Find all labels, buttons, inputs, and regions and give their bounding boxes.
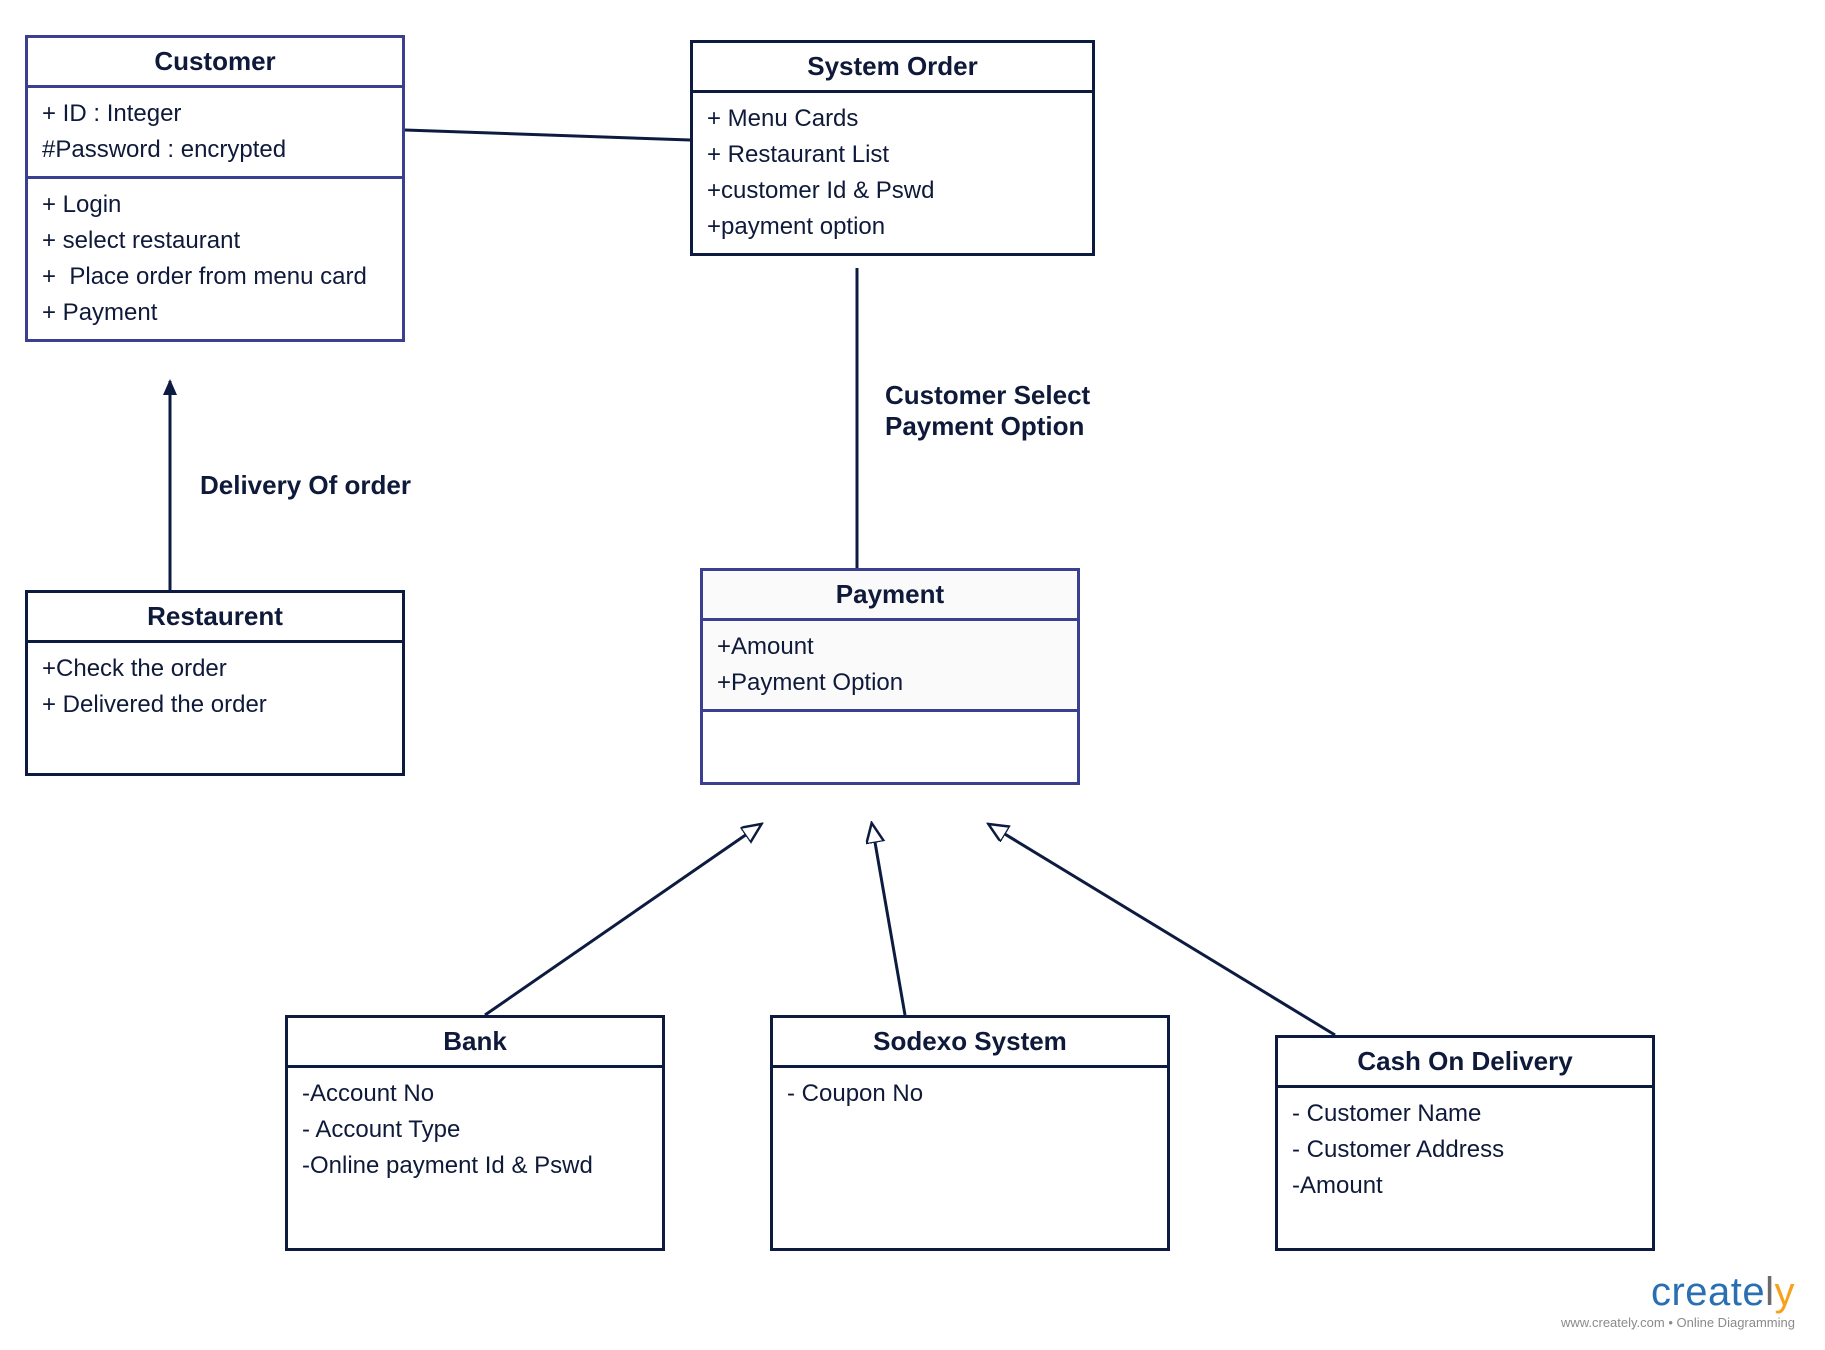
class-sodexo: Sodexo System - Coupon No <box>770 1015 1170 1251</box>
class-title: Cash On Delivery <box>1278 1038 1652 1088</box>
class-attributes: - Coupon No <box>773 1068 1167 1248</box>
attribute: -Account No <box>302 1076 648 1112</box>
edge-label-delivery: Delivery Of order <box>200 470 411 501</box>
attribute: +customer Id & Pswd <box>707 173 1078 209</box>
logo-part: l <box>1765 1270 1774 1314</box>
class-payment: Payment +Amount +Payment Option <box>700 568 1080 785</box>
class-attributes: +Amount +Payment Option <box>703 621 1077 712</box>
attribute: +Payment Option <box>717 665 1063 701</box>
attribute: +Check the order <box>42 651 388 687</box>
attribute: - Customer Name <box>1292 1096 1638 1132</box>
class-methods: + Login + select restaurant + Place orde… <box>28 179 402 339</box>
attribute: - Coupon No <box>787 1076 1153 1112</box>
attribute: + Restaurant List <box>707 137 1078 173</box>
attribute: - Customer Address <box>1292 1132 1638 1168</box>
class-title: Sodexo System <box>773 1018 1167 1068</box>
logo-tagline: www.creately.com • Online Diagramming <box>1561 1315 1795 1330</box>
class-bank: Bank -Account No - Account Type -Online … <box>285 1015 665 1251</box>
attribute: + Delivered the order <box>42 687 388 723</box>
attribute: + ID : Integer <box>42 96 388 132</box>
attribute: - Account Type <box>302 1112 648 1148</box>
class-title: Restaurent <box>28 593 402 643</box>
class-methods-empty <box>703 712 1077 782</box>
class-attributes: + Menu Cards + Restaurant List +customer… <box>693 93 1092 253</box>
method: + select restaurant <box>42 223 388 259</box>
edge-label-select-payment: Customer Select Payment Option <box>885 380 1090 442</box>
logo-text: creately <box>1561 1270 1795 1315</box>
class-attributes: - Customer Name - Customer Address -Amou… <box>1278 1088 1652 1248</box>
attribute: #Password : encrypted <box>42 132 388 168</box>
creately-logo: creately www.creately.com • Online Diagr… <box>1561 1270 1795 1330</box>
attribute: +Amount <box>717 629 1063 665</box>
class-cash-on-delivery: Cash On Delivery - Customer Name - Custo… <box>1275 1035 1655 1251</box>
logo-part: y <box>1775 1270 1796 1314</box>
class-title: Payment <box>703 571 1077 621</box>
method: + Login <box>42 187 388 223</box>
class-customer: Customer + ID : Integer #Password : encr… <box>25 35 405 342</box>
class-restaurant: Restaurent +Check the order + Delivered … <box>25 590 405 776</box>
method: + Place order from menu card <box>42 259 388 295</box>
attribute: -Amount <box>1292 1168 1638 1204</box>
class-attributes: +Check the order + Delivered the order <box>28 643 402 773</box>
attribute: +payment option <box>707 209 1078 245</box>
class-attributes: -Account No - Account Type -Online payme… <box>288 1068 662 1248</box>
attribute: + Menu Cards <box>707 101 1078 137</box>
logo-part: create <box>1651 1270 1765 1314</box>
attribute: -Online payment Id & Pswd <box>302 1148 648 1184</box>
class-title: Customer <box>28 38 402 88</box>
method: + Payment <box>42 295 388 331</box>
class-title: Bank <box>288 1018 662 1068</box>
class-title: System Order <box>693 43 1092 93</box>
class-system-order: System Order + Menu Cards + Restaurant L… <box>690 40 1095 256</box>
class-attributes: + ID : Integer #Password : encrypted <box>28 88 402 179</box>
